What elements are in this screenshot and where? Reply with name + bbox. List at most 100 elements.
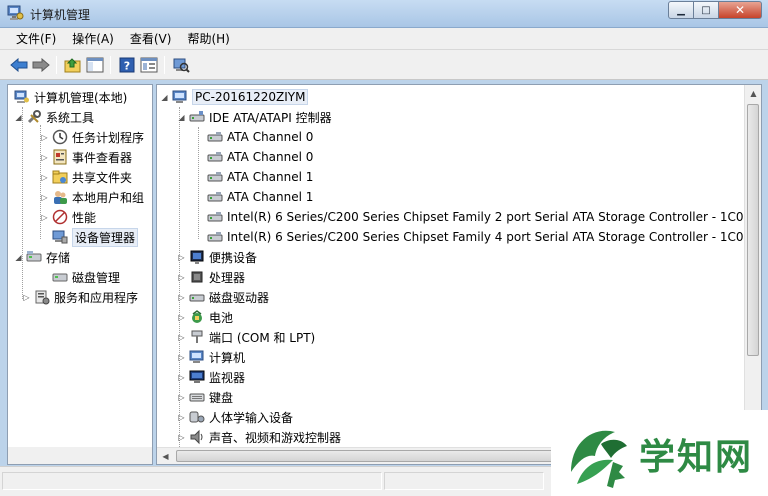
tree-node-event-viewer[interactable]: ▷ 事件查看器 <box>40 147 132 167</box>
tree-node-task-scheduler[interactable]: ▷ 任务计划程序 <box>40 127 144 147</box>
minimize-button[interactable]: ▁ <box>668 1 694 19</box>
expand-icon[interactable]: ▷ <box>177 333 186 342</box>
expand-icon[interactable]: ▷ <box>40 173 49 182</box>
menu-view[interactable]: 查看(V) <box>122 29 180 49</box>
expand-icon[interactable]: ▷ <box>177 353 186 362</box>
device-category[interactable]: ▷ 声音、视频和游戏控制器 <box>177 427 341 447</box>
menu-file[interactable]: 文件(F) <box>8 29 64 49</box>
collapse-icon[interactable]: ◢ <box>177 113 186 122</box>
expand-icon[interactable]: ▷ <box>177 433 186 442</box>
computer-management-icon <box>14 89 30 105</box>
maximize-icon: □ <box>701 4 711 16</box>
computer-icon <box>189 349 205 365</box>
watermark-logo: 学知网 <box>551 410 768 496</box>
shared-folder-icon <box>52 169 68 185</box>
scroll-left-icon[interactable]: ◀ <box>157 448 174 464</box>
back-arrow-icon <box>10 58 28 72</box>
device-category[interactable]: ▷ 计算机 <box>177 347 245 367</box>
tree-node-shared-folders[interactable]: ▷ 共享文件夹 <box>40 167 132 187</box>
device-item-ide-child[interactable]: Intel(R) 6 Series/C200 Series Chipset Fa… <box>207 227 751 247</box>
vertical-scroll-thumb[interactable] <box>747 104 759 356</box>
watermark-text: 学知网 <box>639 437 754 478</box>
expand-icon[interactable]: ▷ <box>177 293 186 302</box>
menu-action[interactable]: 操作(A) <box>64 29 122 49</box>
clock-icon <box>52 129 68 145</box>
expand-icon[interactable]: ▷ <box>40 193 49 202</box>
device-category[interactable]: ▷ 人体学输入设备 <box>177 407 293 427</box>
device-category[interactable]: ▷ 端口 (COM 和 LPT) <box>177 327 315 347</box>
svg-text:?: ? <box>124 60 130 73</box>
maximize-button[interactable]: □ <box>694 1 719 19</box>
device-item-ide-child[interactable]: ATA Channel 0 <box>207 127 313 147</box>
tree-node-device-manager[interactable]: 设备管理器 <box>52 227 139 247</box>
device-category-ide[interactable]: ◢ IDE ATA/ATAPI 控制器 <box>177 107 331 127</box>
event-viewer-icon <box>52 149 68 165</box>
collapse-icon[interactable]: ◢ <box>14 113 23 122</box>
computer-icon <box>172 89 188 105</box>
scan-hardware-button[interactable] <box>171 55 191 75</box>
properties-button[interactable] <box>139 55 159 75</box>
expand-icon[interactable]: ▷ <box>22 293 31 302</box>
show-hide-console-tree-button[interactable] <box>85 55 105 75</box>
device-category[interactable]: ▷ 便携设备 <box>177 247 257 267</box>
back-button[interactable] <box>9 55 29 75</box>
device-item-ide-child[interactable]: Intel(R) 6 Series/C200 Series Chipset Fa… <box>207 207 751 227</box>
collapse-icon[interactable]: ◢ <box>14 253 23 262</box>
tree-node-system-tools[interactable]: ◢ 系统工具 <box>14 107 94 127</box>
vertical-scrollbar[interactable]: ▲ ▼ <box>744 85 761 448</box>
expand-icon[interactable]: ▷ <box>177 373 186 382</box>
expand-icon[interactable]: ▷ <box>40 213 49 222</box>
expand-icon[interactable]: ▷ <box>40 153 49 162</box>
minimize-icon: ▁ <box>677 4 685 16</box>
title-bar: 计算机管理 ▁ □ ✕ <box>0 0 768 28</box>
device-category[interactable]: ▷ 处理器 <box>177 267 245 287</box>
disk-management-icon <box>52 269 68 285</box>
monitor-icon <box>189 369 205 385</box>
close-button[interactable]: ✕ <box>719 1 762 19</box>
tree-node-services-apps[interactable]: ▷ 服务和应用程序 <box>22 287 138 307</box>
console-tree-icon <box>86 57 104 73</box>
device-category[interactable]: ▷ 电池 <box>177 307 233 327</box>
tree-node-local-users[interactable]: ▷ 本地用户和组 <box>40 187 144 207</box>
status-cell <box>2 472 382 490</box>
device-manager-icon <box>52 229 68 245</box>
device-item-ide-child[interactable]: ATA Channel 0 <box>207 147 313 167</box>
tree-node-storage[interactable]: ◢ 存储 <box>14 247 70 267</box>
device-category[interactable]: ▷ 磁盘驱动器 <box>177 287 269 307</box>
services-icon <box>34 289 50 305</box>
device-tree-pane: ◢ PC-20161220ZIYM ◢ IDE ATA/ATAPI 控制器 AT… <box>156 84 762 465</box>
device-item-ide-child[interactable]: ATA Channel 1 <box>207 187 313 207</box>
keyboard-icon <box>189 389 205 405</box>
forward-button[interactable] <box>31 55 51 75</box>
collapse-icon[interactable]: ◢ <box>160 93 169 102</box>
properties-icon <box>140 57 158 73</box>
menu-bar: 文件(F) 操作(A) 查看(V) 帮助(H) <box>0 28 768 50</box>
device-category[interactable]: ▷ 监视器 <box>177 367 245 387</box>
device-item-ide-child[interactable]: ATA Channel 1 <box>207 167 313 187</box>
tree-node-performance[interactable]: ▷ 性能 <box>40 207 96 227</box>
disk-drive-icon <box>189 289 205 305</box>
close-icon: ✕ <box>734 3 746 17</box>
console-tree-pane: 计算机管理(本地) ◢ 系统工具 ▷ 任务计划程序 ▷ 事件查看器 ▷ 共享文件… <box>7 84 153 465</box>
menu-help[interactable]: 帮助(H) <box>179 29 237 49</box>
leaf-head-logo-icon <box>571 430 627 488</box>
expand-icon[interactable]: ▷ <box>177 413 186 422</box>
expand-icon[interactable]: ▷ <box>40 133 49 142</box>
hid-icon <box>189 409 205 425</box>
tree-node-computer-management[interactable]: 计算机管理(本地) <box>14 87 127 107</box>
window-title: 计算机管理 <box>30 8 91 22</box>
device-tree-root[interactable]: ◢ PC-20161220ZIYM <box>160 87 309 107</box>
device-category[interactable]: ▷ 键盘 <box>177 387 233 407</box>
up-level-button[interactable] <box>63 55 83 75</box>
scroll-up-icon[interactable]: ▲ <box>745 85 761 102</box>
tree-node-disk-management[interactable]: 磁盘管理 <box>52 267 120 287</box>
port-icon <box>189 329 205 345</box>
expand-icon[interactable]: ▷ <box>177 273 186 282</box>
console-tree-scrollbar[interactable] <box>8 447 152 464</box>
expand-icon[interactable]: ▷ <box>177 253 186 262</box>
help-button[interactable]: ? <box>117 55 137 75</box>
expand-icon[interactable]: ▷ <box>177 393 186 402</box>
expand-icon[interactable]: ▷ <box>177 313 186 322</box>
ide-controller-icon <box>189 109 205 125</box>
toolbar: ? <box>0 50 768 80</box>
